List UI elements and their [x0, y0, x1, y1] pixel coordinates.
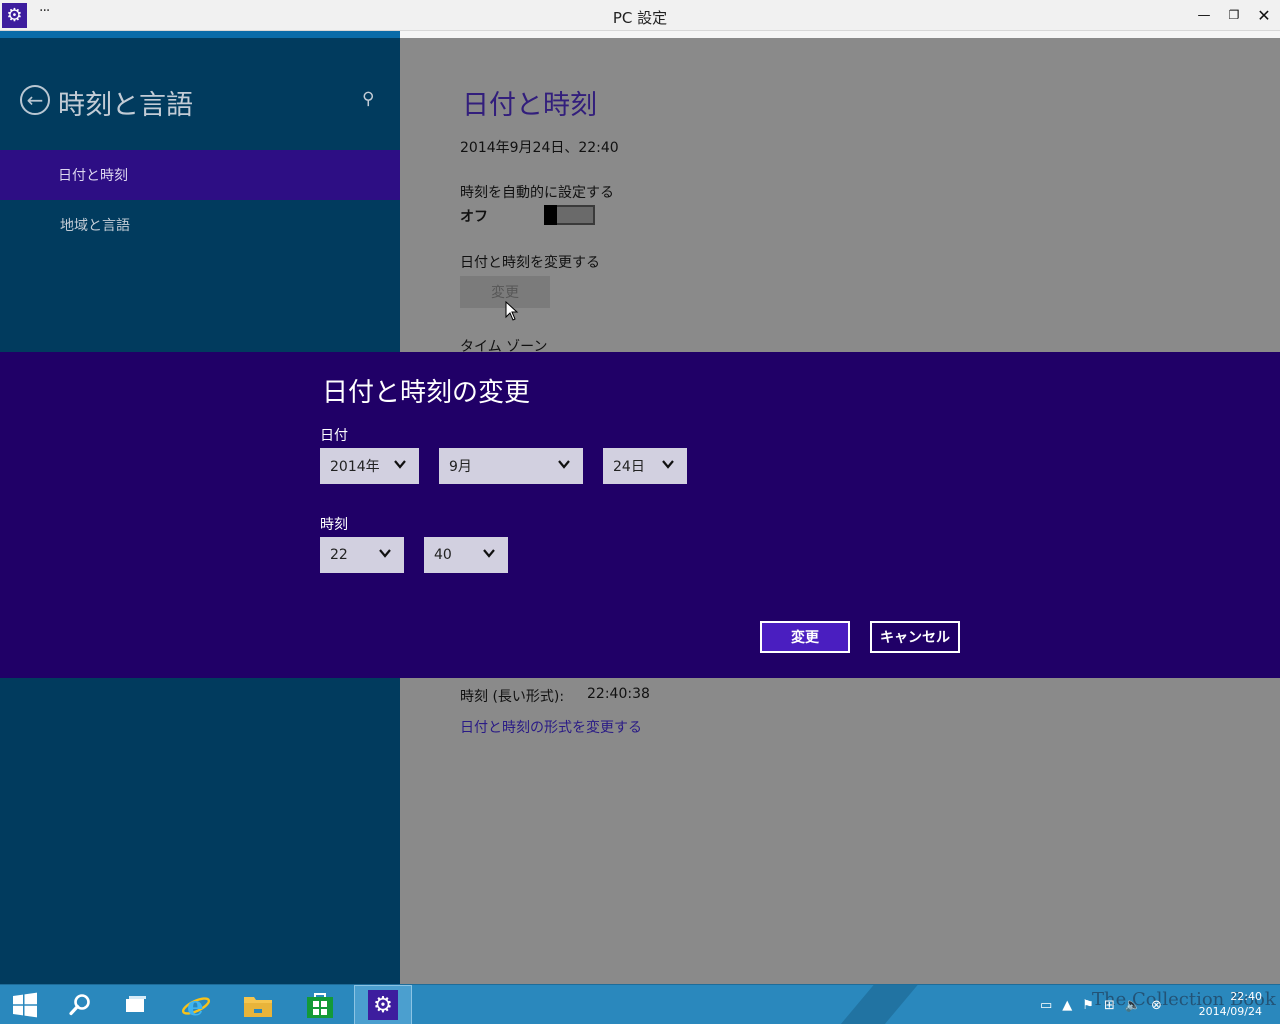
clock-date: 2014/09/24 — [1198, 1005, 1262, 1018]
taskbar: e ⚙ The Collection Book ▭ ▲ ⚑ ⊞ 🔈 ⊗ 22:4… — [0, 984, 1280, 1024]
day-value: 24日 — [613, 459, 645, 475]
long-time-value: 22:40:38 — [587, 686, 650, 702]
year-select[interactable]: 2014年 — [320, 448, 419, 484]
network-icon[interactable]: ⊞ — [1104, 998, 1115, 1013]
taskbar-store-button[interactable] — [292, 985, 348, 1024]
current-datetime-text: 2014年9月24日、22:40 — [460, 140, 619, 156]
auto-time-state: オフ — [460, 209, 488, 225]
chevron-down-icon — [379, 549, 391, 558]
nav-item-region-language[interactable]: 地域と言語 — [0, 200, 400, 250]
search-icon — [69, 994, 90, 1016]
time-label: 時刻 — [320, 517, 348, 533]
top-divider — [400, 31, 1280, 38]
year-value: 2014年 — [330, 459, 380, 475]
svg-text:e: e — [187, 992, 204, 1021]
taskbar-decoration — [835, 985, 921, 1024]
search-icon[interactable]: ⚲ — [362, 89, 374, 109]
clock-time: 22:40 — [1230, 990, 1262, 1003]
title-bar: ⚙ ··· PC 設定 — ❐ ✕ — [0, 0, 1280, 31]
close-button[interactable]: ✕ — [1252, 4, 1276, 26]
left-accent-bar — [0, 31, 400, 38]
store-bag-icon — [307, 993, 333, 1018]
back-arrow-icon[interactable]: ← — [20, 85, 50, 115]
auto-time-label: 時刻を自動的に設定する — [460, 185, 614, 201]
taskbar-search-button[interactable] — [52, 985, 108, 1024]
windows-logo-icon — [13, 992, 37, 1018]
toggle-knob — [544, 205, 557, 225]
format-change-link[interactable]: 日付と時刻の形式を変更する — [460, 717, 642, 737]
month-value: 9月 — [449, 459, 472, 475]
tray-expand-icon[interactable]: ▲ — [1062, 998, 1072, 1013]
hour-value: 22 — [330, 547, 348, 563]
task-view-icon — [126, 996, 146, 1012]
power-icon[interactable]: ⊗ — [1151, 998, 1162, 1013]
folder-icon — [244, 997, 272, 1017]
taskbar-ie-button[interactable]: e — [168, 985, 224, 1024]
taskbar-pc-settings-button[interactable]: ⚙ — [354, 985, 412, 1024]
minute-select[interactable]: 40 — [424, 537, 508, 573]
month-select[interactable]: 9月 — [439, 448, 583, 484]
minimize-button[interactable]: — — [1192, 4, 1216, 26]
auto-time-toggle[interactable] — [544, 205, 595, 225]
internet-explorer-icon: e — [181, 992, 211, 1021]
chevron-down-icon — [394, 460, 406, 469]
section-title: 時刻と言語 — [58, 90, 193, 121]
nav-item-date-time[interactable]: 日付と時刻 — [0, 150, 400, 200]
minute-value: 40 — [434, 547, 452, 563]
start-button[interactable] — [0, 985, 50, 1024]
change-datetime-label: 日付と時刻を変更する — [460, 255, 600, 271]
keyboard-icon[interactable]: ▭ — [1040, 998, 1052, 1013]
cancel-button[interactable]: キャンセル — [870, 621, 960, 653]
dialog-title: 日付と時刻の変更 — [322, 378, 531, 408]
long-time-label: 時刻 (長い形式): — [460, 689, 565, 705]
volume-icon[interactable]: 🔈 — [1125, 998, 1141, 1013]
action-center-flag-icon[interactable]: ⚑ — [1082, 998, 1094, 1013]
hour-select[interactable]: 22 — [320, 537, 404, 573]
day-select[interactable]: 24日 — [603, 448, 687, 484]
restore-button[interactable]: ❐ — [1222, 4, 1246, 26]
window-title: PC 設定 — [612, 9, 668, 27]
chevron-down-icon — [662, 460, 674, 469]
mouse-cursor-icon — [505, 301, 519, 321]
chevron-down-icon — [558, 460, 570, 469]
date-label: 日付 — [320, 428, 348, 444]
chevron-down-icon — [483, 549, 495, 558]
taskbar-clock[interactable]: 22:40 2014/09/24 — [1199, 989, 1262, 1019]
system-tray: ▭ ▲ ⚑ ⊞ 🔈 ⊗ — [1040, 985, 1162, 1024]
change-datetime-dialog: 日付と時刻の変更 日付 2014年 9月 24日 時刻 22 40 変更 キャン… — [0, 352, 1280, 678]
page-title: 日付と時刻 — [462, 90, 597, 121]
confirm-change-button[interactable]: 変更 — [760, 621, 850, 653]
task-view-button[interactable] — [108, 985, 164, 1024]
taskbar-file-explorer-button[interactable] — [230, 985, 286, 1024]
settings-gear-icon: ⚙ — [368, 990, 398, 1020]
